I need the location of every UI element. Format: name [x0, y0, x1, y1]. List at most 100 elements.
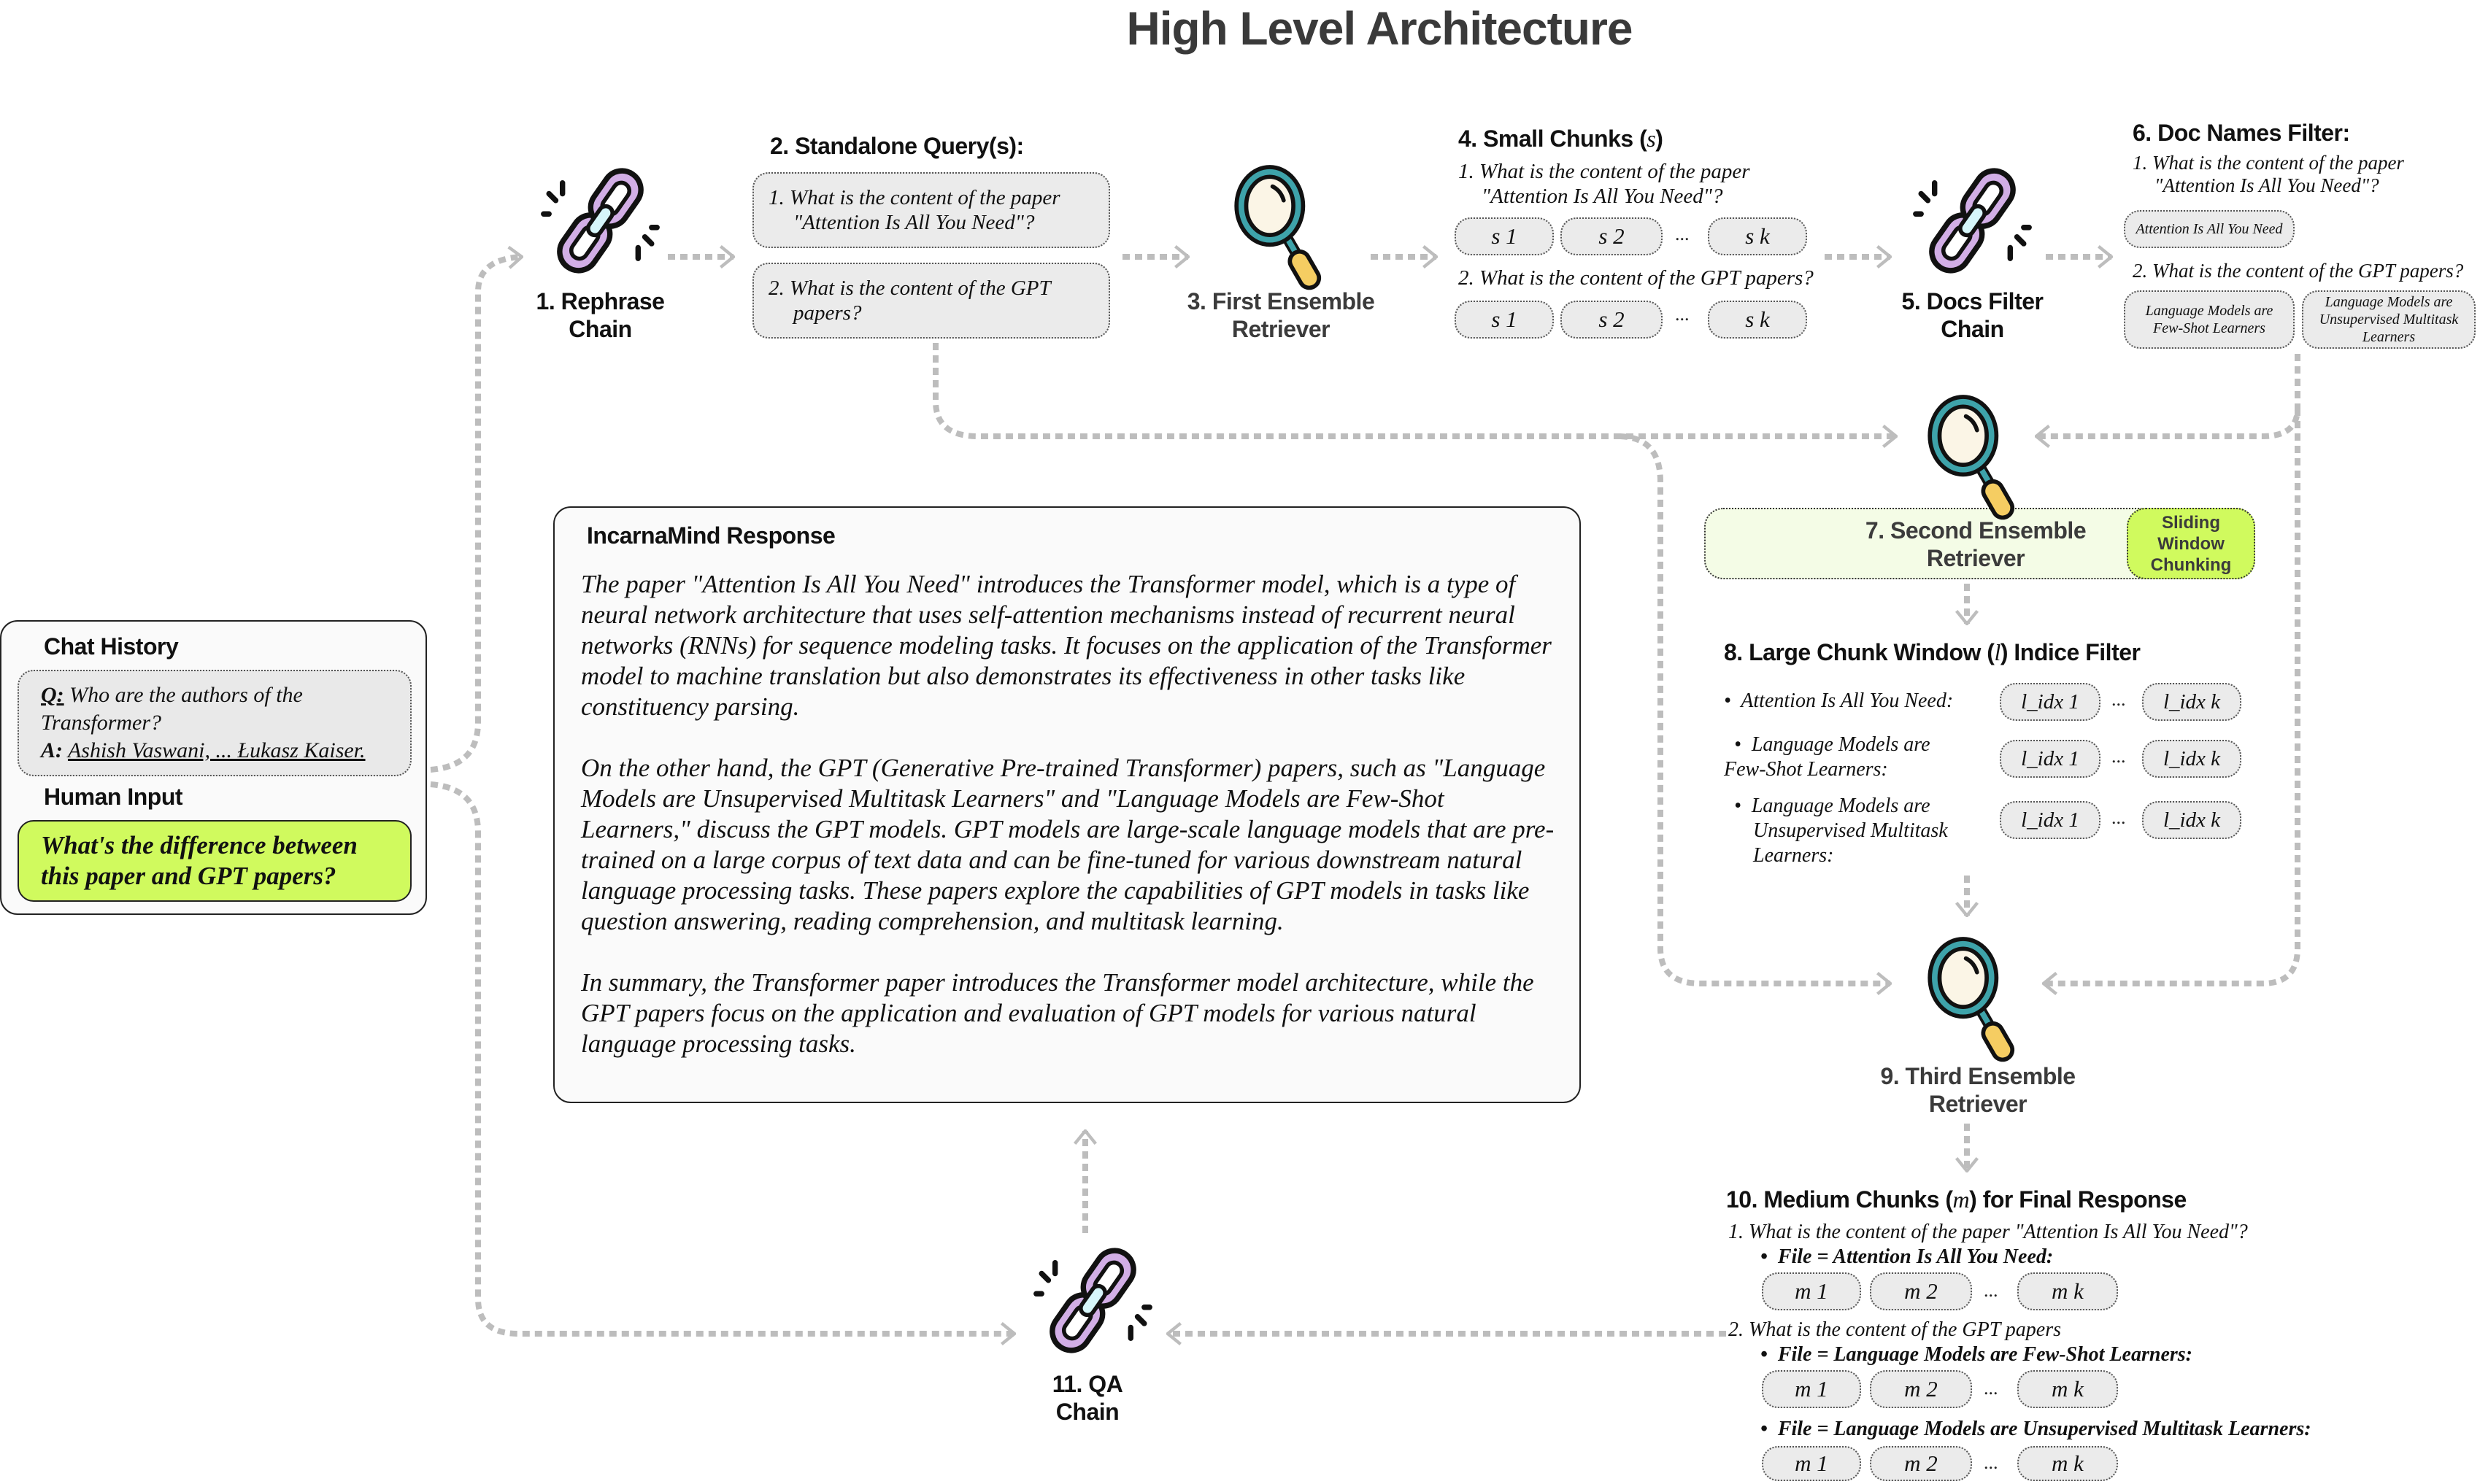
- answer-prefix: A:: [41, 738, 63, 762]
- doc-names-q1: 1. What is the content of the paper "Att…: [2133, 152, 2404, 197]
- question-prefix: Q:: [41, 683, 64, 707]
- third-retriever-line2: Retriever: [1928, 1091, 2027, 1117]
- docs-filter-label: 5. Docs Filter Chain: [1876, 287, 2069, 343]
- response-heading: IncarnaMind Response: [587, 522, 836, 549]
- rephrase-label-line2: Chain: [569, 316, 632, 342]
- medium-file3-text: File = Language Models are Unsupervised …: [1777, 1418, 2311, 1440]
- response-body: The paper "Attention Is All You Need" in…: [581, 569, 1559, 1090]
- standalone-query-1-line2: "Attention Is All You Need"?: [793, 211, 1035, 234]
- small-chunks-heading: 4. Small Chunks (s): [1458, 125, 1663, 152]
- first-retriever-line2: Retriever: [1231, 316, 1331, 342]
- medium-chunks-file2: • File = Language Models are Few-Shot Le…: [1760, 1343, 2193, 1366]
- second-retriever-line2: Retriever: [1926, 545, 2025, 571]
- large-chunk-ellipsis: ...: [2111, 689, 2126, 710]
- doc-names-q2: 2. What is the content of the GPT papers…: [2133, 260, 2464, 282]
- badge-line2: Window: [2157, 533, 2225, 554]
- medium-chunks-q1: 1. What is the content of the paper "Att…: [1728, 1221, 2248, 1243]
- medium-chunk-chip: m k: [2017, 1370, 2118, 1408]
- large-chunks-row3-label: Language Models are Unsupervised Multita…: [1751, 795, 1948, 867]
- badge-line1: Sliding: [2162, 512, 2220, 533]
- small-chunk-chip: s 2: [1560, 301, 1663, 339]
- standalone-query-1: 1. What is the content of the paper "Att…: [752, 172, 1110, 248]
- small-chunk-chip: s 1: [1455, 301, 1554, 339]
- doc-name-chip: Language Models are Few-Shot Learners: [2124, 290, 2295, 349]
- medium-chunks-var: m: [1952, 1186, 1970, 1213]
- rephrase-chain-label: 1. Rephrase Chain: [511, 287, 690, 343]
- docs-filter-chain-icon: [1905, 153, 2040, 288]
- qa-label-line1: 11. QA: [1052, 1371, 1123, 1397]
- qa-chain-icon: [1025, 1233, 1160, 1368]
- question-text: Who are the authors of the Transformer?: [41, 683, 303, 735]
- large-chunk-ellipsis: ...: [2111, 746, 2126, 767]
- standalone-heading: 2. Standalone Query(s):: [770, 133, 1024, 159]
- small-chunks-var: s: [1647, 125, 1656, 152]
- standalone-query-2: 2. What is the content of the GPT papers…: [752, 263, 1110, 339]
- medium-chunk-chip: m k: [2017, 1446, 2118, 1481]
- small-chunk-chip: s 1: [1455, 217, 1554, 255]
- response-paragraph: On the other hand, the GPT (Generative P…: [581, 754, 1555, 935]
- doc-name-chip: Language Models are Unsupervised Multita…: [2302, 290, 2476, 349]
- magnifier-icon: [1212, 153, 1350, 292]
- rephrase-label-line1: 1. Rephrase: [536, 288, 665, 314]
- standalone-query-1-text: 1. What is the content of the paper "Att…: [769, 185, 1060, 235]
- magnifier-icon: [1905, 383, 2044, 522]
- chat-panel: Chat History Q: Who are the authors of t…: [0, 620, 427, 915]
- sliding-window-badge: Sliding Window Chunking: [2127, 508, 2255, 579]
- large-chunks-row1-label: Attention Is All You Need:: [1741, 689, 1954, 712]
- medium-chunk-ellipsis: ...: [1984, 1452, 1998, 1473]
- qa-chain-label: 11. QA Chain: [1014, 1370, 1160, 1426]
- small-chunks-heading-text: 4. Small Chunks (: [1458, 125, 1647, 152]
- third-retriever-line1: 9. Third Ensemble: [1880, 1063, 2076, 1089]
- doc-name-chip: Attention Is All You Need: [2124, 210, 2295, 248]
- medium-chunks-file1: • File = Attention Is All You Need:: [1760, 1245, 2054, 1268]
- medium-chunks-q2: 2. What is the content of the GPT papers: [1728, 1318, 2061, 1341]
- large-chunk-chip: l_idx k: [2142, 683, 2241, 721]
- large-chunk-chip: l_idx k: [2142, 801, 2241, 839]
- large-chunk-chip: l_idx k: [2142, 740, 2241, 778]
- chat-history-entry: Q: Who are the authors of the Transforme…: [41, 681, 384, 765]
- small-chunk-chip: s k: [1708, 301, 1807, 339]
- standalone-query-2-line2: papers?: [793, 301, 862, 325]
- small-chunk-chip: s 2: [1560, 217, 1663, 255]
- medium-chunk-chip: m k: [2017, 1272, 2118, 1310]
- large-chunk-ellipsis: ...: [2111, 807, 2126, 828]
- large-chunks-heading-end: ) Indice Filter: [2000, 639, 2141, 665]
- first-retriever-line1: 3. First Ensemble: [1187, 288, 1375, 314]
- rephrase-chain-icon: [533, 153, 668, 288]
- small-chunks-q1-line2: "Attention Is All You Need"?: [1482, 185, 1723, 208]
- docs-filter-line1: 5. Docs Filter: [1901, 288, 2044, 314]
- large-chunk-chip: l_idx 1: [2000, 801, 2100, 839]
- doc-names-q1-line2: "Attention Is All You Need"?: [2154, 174, 2379, 196]
- large-chunk-chip: l_idx 1: [2000, 683, 2100, 721]
- large-chunks-row-label: • Language Models are Unsupervised Multi…: [1724, 795, 1948, 867]
- large-chunks-row-label: • Attention Is All You Need:: [1724, 689, 1954, 712]
- medium-chunk-chip: m 2: [1870, 1272, 1972, 1310]
- qa-label-line2: Chain: [1055, 1399, 1120, 1425]
- first-retriever-label: 3. First Ensemble Retriever: [1160, 287, 1401, 343]
- second-retriever-label: 7. Second Ensemble Retriever: [1822, 517, 2129, 572]
- medium-chunk-ellipsis: ...: [1984, 1280, 1998, 1301]
- medium-chunk-chip: m 1: [1762, 1272, 1861, 1310]
- medium-chunk-chip: m 1: [1762, 1446, 1861, 1481]
- response-paragraph: In summary, the Transformer paper introd…: [581, 968, 1534, 1058]
- arrow-standalone-to-retriever2: [933, 343, 1896, 436]
- medium-file1-text: File = Attention Is All You Need:: [1777, 1245, 2054, 1268]
- magnifier-icon: [1905, 925, 2044, 1064]
- medium-chunk-chip: m 2: [1870, 1370, 1972, 1408]
- small-chunks-q2: 2. What is the content of the GPT papers…: [1458, 266, 1814, 290]
- response-panel: IncarnaMind Response The paper "Attentio…: [553, 506, 1581, 1103]
- medium-chunk-chip: m 2: [1870, 1446, 1972, 1481]
- docs-filter-line2: Chain: [1941, 316, 2004, 342]
- medium-chunks-heading-text: 10. Medium Chunks (: [1726, 1186, 1953, 1213]
- large-chunk-chip: l_idx 1: [2000, 740, 2100, 778]
- medium-file2-text: File = Language Models are Few-Shot Lear…: [1777, 1343, 2193, 1366]
- medium-chunks-heading: 10. Medium Chunks (m) for Final Response: [1726, 1186, 2187, 1213]
- third-retriever-label: 9. Third Ensemble Retriever: [1839, 1062, 2117, 1118]
- small-chunk-ellipsis: ...: [1675, 223, 1690, 244]
- large-chunks-heading: 8. Large Chunk Window (l) Indice Filter: [1724, 639, 2141, 666]
- standalone-query-2-text: 2. What is the content of the GPT papers…: [769, 276, 1051, 325]
- doc-names-q1-line1: 1. What is the content of the paper: [2133, 152, 2404, 174]
- large-chunks-row2-label: Language Models are Few-Shot Learners:: [1724, 733, 1930, 781]
- human-input-field[interactable]: What's the difference between this paper…: [18, 820, 412, 902]
- small-chunks-heading-end: ): [1655, 125, 1663, 152]
